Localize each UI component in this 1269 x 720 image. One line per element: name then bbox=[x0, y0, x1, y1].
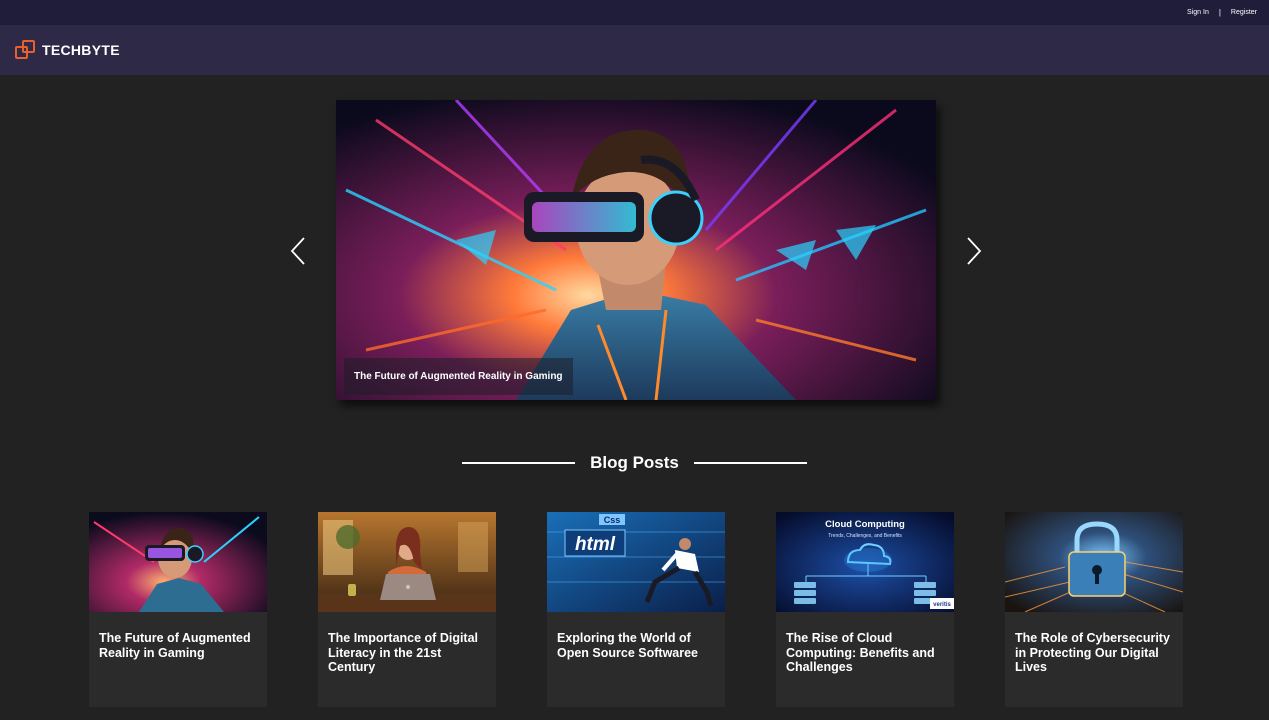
html-label: html bbox=[575, 534, 616, 555]
blog-post-card[interactable]: Cloud Computing Trends, Challenges, and … bbox=[776, 512, 954, 707]
padlock-circuit-thumbnail bbox=[1005, 512, 1183, 612]
heading-divider-right bbox=[693, 462, 807, 464]
post-title[interactable]: The Role of Cybersecurity in Protecting … bbox=[1005, 612, 1183, 675]
chevron-right-icon bbox=[967, 237, 982, 265]
blog-post-card[interactable]: The Role of Cybersecurity in Protecting … bbox=[1005, 512, 1183, 707]
woman-laptop-thumbnail bbox=[318, 512, 496, 612]
cloud-computing-thumbnail: Cloud Computing Trends, Challenges, and … bbox=[776, 512, 954, 612]
vr-gamer-thumbnail bbox=[89, 512, 267, 612]
cloud-subtitle-label: Trends, Challenges, and Benefits bbox=[828, 533, 902, 539]
carousel-prev-button[interactable] bbox=[287, 236, 311, 266]
logo-text: TECHBYTE bbox=[42, 42, 120, 58]
blog-posts-heading-row: Blog Posts bbox=[0, 452, 1269, 474]
chevron-left-icon bbox=[290, 237, 305, 265]
post-title[interactable]: The Future of Augmented Reality in Gamin… bbox=[89, 612, 267, 660]
site-header: TECHBYTE bbox=[0, 25, 1269, 75]
post-title[interactable]: Exploring the World of Open Source Softw… bbox=[547, 612, 725, 660]
blog-post-card[interactable]: The Importance of Digital Literacy in th… bbox=[318, 512, 496, 707]
heading-divider-left bbox=[462, 462, 576, 464]
post-title[interactable]: The Importance of Digital Literacy in th… bbox=[318, 612, 496, 675]
overlapping-squares-icon bbox=[15, 39, 36, 61]
veritis-brand-label: veritis bbox=[933, 602, 951, 608]
carousel-slide[interactable]: The Future of Augmented Reality in Gamin… bbox=[336, 100, 936, 400]
css-label: Css bbox=[604, 515, 621, 525]
sign-in-link[interactable]: Sign In bbox=[1187, 9, 1209, 16]
top-utility-bar: Sign In | Register bbox=[0, 0, 1269, 25]
vr-headset-gamer-image bbox=[336, 100, 936, 400]
topbar-separator: | bbox=[1218, 8, 1221, 17]
site-logo[interactable]: TECHBYTE bbox=[15, 39, 120, 61]
blog-post-card[interactable]: The Future of Augmented Reality in Gamin… bbox=[89, 512, 267, 707]
post-title[interactable]: The Rise of Cloud Computing: Benefits an… bbox=[776, 612, 954, 675]
slide-caption[interactable]: The Future of Augmented Reality in Gamin… bbox=[344, 358, 573, 395]
cloud-title-label: Cloud Computing bbox=[825, 519, 905, 530]
carousel-next-button[interactable] bbox=[961, 236, 985, 266]
blog-post-card[interactable]: Css html Exploring the World of Open Sou… bbox=[547, 512, 725, 707]
html-css-runner-thumbnail: Css html bbox=[547, 512, 725, 612]
register-link[interactable]: Register bbox=[1231, 9, 1257, 16]
blog-posts-heading: Blog Posts bbox=[590, 453, 679, 472]
